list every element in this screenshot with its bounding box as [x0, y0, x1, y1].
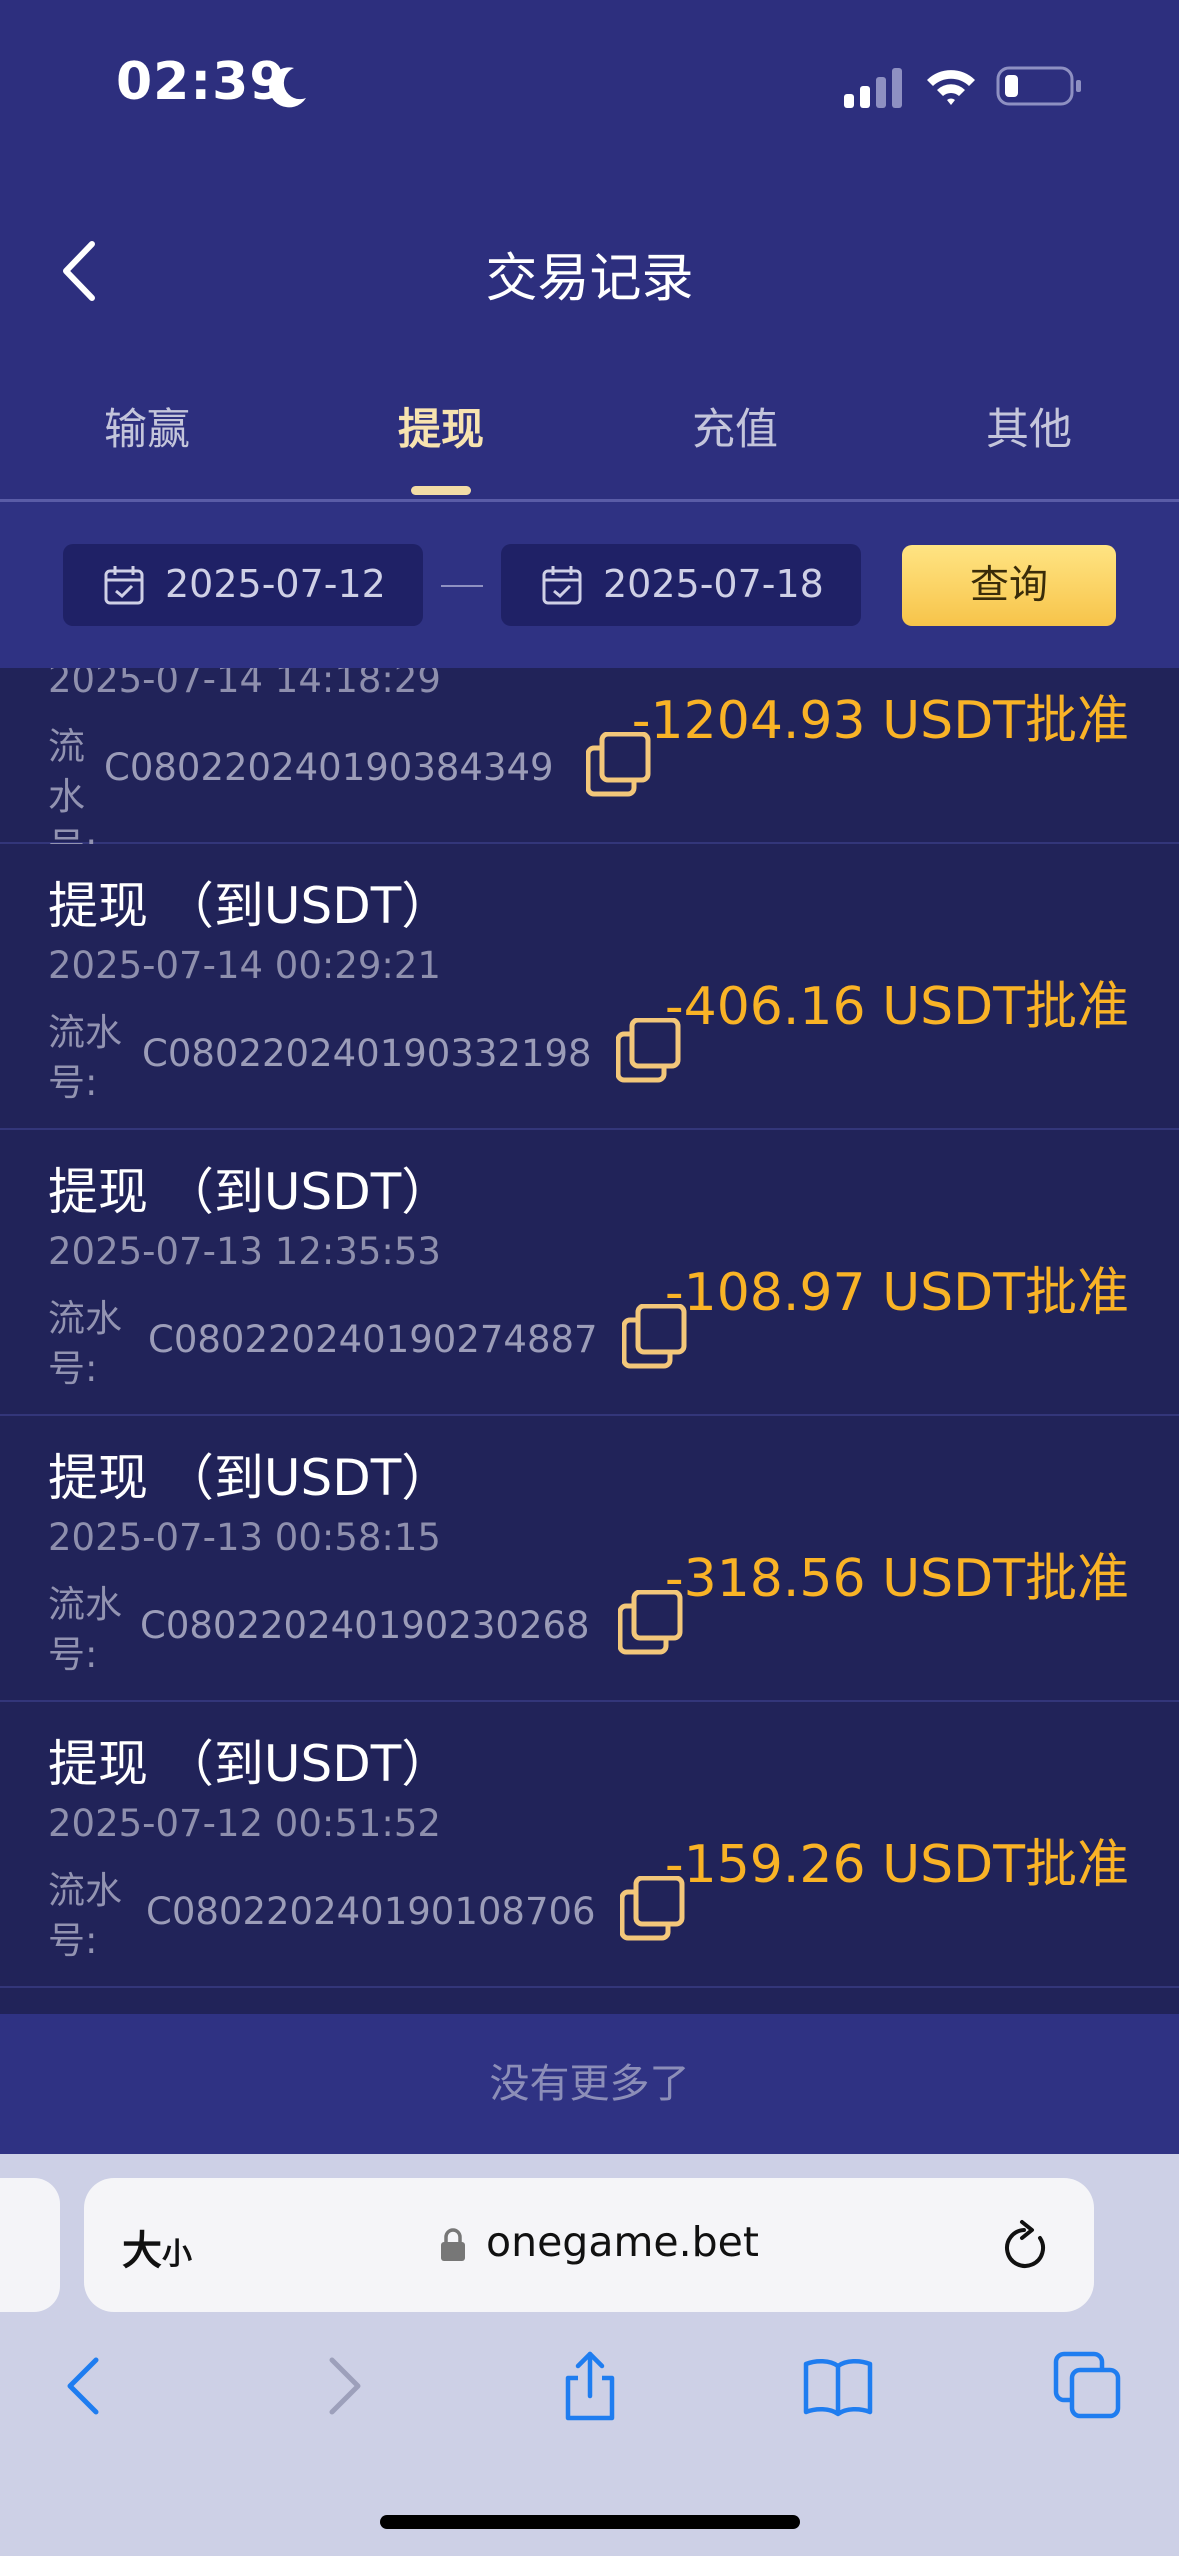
serial-label: 流水号:: [48, 1583, 122, 1676]
record-amount: -108.97 USDT批准: [664, 1263, 1129, 1323]
record-time: 2025-07-13 00:58:15: [48, 1516, 441, 1559]
wifi-icon: [927, 70, 975, 105]
record-amount: -159.26 USDT批准: [664, 1835, 1129, 1895]
record-time: 2025-07-13 12:35:53: [48, 1230, 441, 1273]
tab-win-loss[interactable]: 输赢: [0, 395, 294, 457]
tab-deposit[interactable]: 充值: [588, 395, 882, 457]
browser-forward-icon[interactable]: [304, 2350, 376, 2422]
calendar-icon: [542, 566, 582, 605]
tab-other[interactable]: 其他: [882, 395, 1176, 457]
serial-number: C080220240190108706: [146, 1890, 596, 1933]
record-title: 提现 （到USDT）: [48, 877, 452, 935]
start-date-value: 2025-07-12: [165, 562, 386, 606]
transaction-record: 提现 （到USDT） 2025-07-13 00:58:15 流水 号: C080…: [0, 1416, 1179, 1702]
record-time: 2025-07-14 14:18:29: [48, 668, 441, 701]
transaction-record: 2025-07-14 14:18:29 流水号: C08022024019038…: [0, 668, 1179, 868]
transaction-record: 提现 （到USDT） 2025-07-12 00:51:52 流水 号: C080…: [0, 1702, 1179, 1988]
active-tab-indicator: [411, 486, 471, 495]
tab-bar: 输赢 提现 充值 其他: [0, 395, 1179, 499]
start-date-picker[interactable]: 2025-07-12: [63, 544, 423, 626]
serial-label: 流水号:: [48, 1297, 122, 1390]
bookmarks-icon[interactable]: [802, 2350, 874, 2422]
record-amount: -1204.93 USDT批准: [631, 691, 1129, 751]
url-text: onegame.bet: [486, 2218, 759, 2266]
record-title: 提现 （到USDT）: [48, 1735, 452, 1793]
record-title: 提现 （到USDT）: [48, 1449, 452, 1507]
record-amount: -406.16 USDT批准: [664, 977, 1129, 1037]
end-date-value: 2025-07-18: [603, 562, 824, 606]
text-size-button[interactable]: 大小: [122, 2218, 192, 2276]
serial-label: 流水号:: [48, 1011, 122, 1104]
battery-icon: [996, 66, 1081, 106]
serial-number: C080220240190332198: [142, 1032, 592, 1075]
record-time: 2025-07-14 00:29:21: [48, 944, 441, 987]
reload-icon[interactable]: [1000, 2218, 1052, 2274]
calendar-icon: [104, 566, 144, 605]
text-size-small-label: 小: [162, 2237, 192, 2272]
status-time: 02:39: [116, 52, 287, 112]
previous-tab-card[interactable]: [0, 2178, 60, 2312]
serial-number: C080220240190384349: [104, 746, 554, 789]
serial-number: C080220240190274887: [148, 1318, 598, 1361]
transaction-record: 提现 （到USDT） 2025-07-14 00:29:21 流水 号: C080…: [0, 844, 1179, 1130]
serial-label: 流水号:: [48, 1869, 122, 1962]
page: 02:39 交易记录 输赢 提现 充值 其他 2025-07-12 2025-0…: [0, 0, 1179, 2556]
list-end-message: 没有更多了: [0, 2014, 1179, 2154]
browser-back-icon[interactable]: [52, 2350, 124, 2422]
home-indicator: [380, 2515, 800, 2529]
share-icon[interactable]: [554, 2350, 626, 2422]
page-title: 交易记录: [485, 249, 694, 309]
text-size-big-label: 大: [122, 2228, 162, 2274]
moon-icon: [269, 67, 306, 108]
tab-withdraw[interactable]: 提现: [294, 395, 588, 457]
transaction-list[interactable]: 2025-07-14 14:18:29 流水号: C08022024019038…: [0, 668, 1179, 2014]
serial-number: C080220240190230268: [140, 1604, 590, 1647]
cellular-signal-icon: [844, 68, 902, 108]
lock-icon: [441, 2228, 465, 2261]
record-amount: -318.56 USDT批准: [664, 1549, 1129, 1609]
end-date-picker[interactable]: 2025-07-18: [501, 544, 861, 626]
transaction-record: 提现 （到USDT） 2025-07-13 12:35:53 流水 号: C080…: [0, 1130, 1179, 1416]
query-button[interactable]: 查询: [902, 545, 1116, 626]
record-title: 提现 （到USDT）: [48, 1163, 452, 1221]
date-range-separator: [441, 585, 483, 587]
tabs-icon[interactable]: [1052, 2350, 1124, 2422]
record-time: 2025-07-12 00:51:52: [48, 1802, 441, 1845]
